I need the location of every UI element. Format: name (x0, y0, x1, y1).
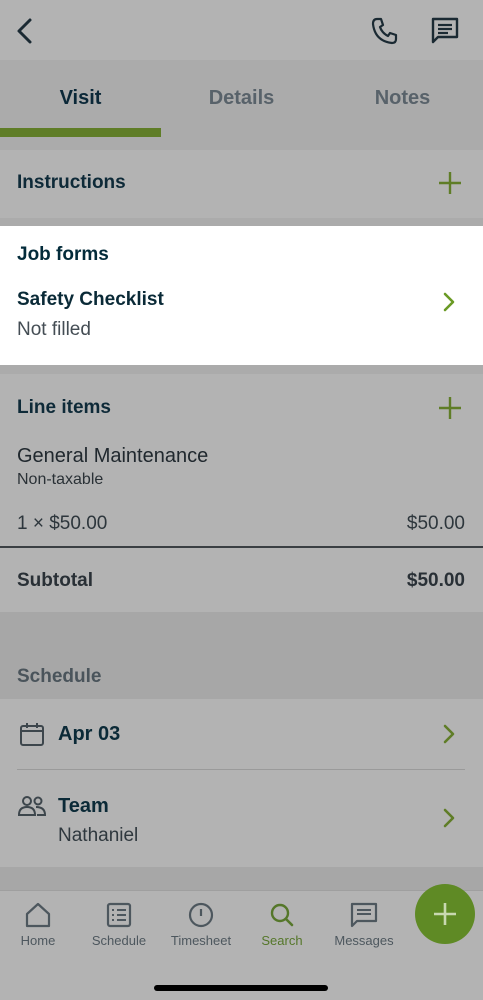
schedule-date: Apr 03 (58, 723, 121, 745)
add-fab-button[interactable] (415, 884, 475, 944)
divider (0, 546, 483, 548)
item-quantity-price: 1 × $50.00 (17, 513, 108, 534)
item-name: General Maintenance (17, 445, 209, 467)
subtotal-value: $50.00 (406, 570, 465, 591)
tab-notes[interactable]: Notes (322, 60, 483, 137)
job-forms-title: Job forms (17, 244, 109, 265)
subtotal-label: Subtotal (17, 570, 93, 591)
form-status: Not filled (17, 319, 91, 340)
active-tab-indicator (0, 128, 161, 137)
line-items-title: Line items (17, 397, 111, 418)
schedule-section: Apr 03 Team Nathaniel (0, 699, 483, 867)
nav-search[interactable]: Search (241, 901, 323, 948)
instructions-title: Instructions (17, 172, 126, 193)
chevron-left-icon[interactable] (12, 16, 40, 46)
tab-bar: Visit Details Notes (0, 60, 483, 137)
schedule-header: Schedule (0, 612, 483, 699)
message-icon (350, 902, 378, 928)
line-items-section: Line items General Maintenance Non-taxab… (0, 374, 483, 612)
bottom-navigation: Home Schedule Timesheet Search Messages (0, 890, 483, 1000)
schedule-label: Schedule (17, 666, 102, 687)
team-icon (18, 796, 46, 816)
home-indicator (154, 985, 328, 991)
top-bar (0, 0, 483, 60)
chevron-right-icon (443, 808, 455, 828)
list-icon (106, 902, 132, 928)
nav-schedule[interactable]: Schedule (78, 901, 160, 948)
form-name: Safety Checklist (17, 289, 164, 310)
tab-details[interactable]: Details (161, 60, 322, 137)
item-tax-status: Non-taxable (17, 471, 104, 488)
team-member: Nathaniel (58, 825, 139, 846)
item-total: $50.00 (406, 513, 465, 534)
nav-timesheet[interactable]: Timesheet (160, 901, 242, 948)
message-icon[interactable] (430, 16, 460, 46)
nav-label: Schedule (91, 933, 147, 948)
nav-label: Home (20, 933, 56, 948)
nav-home[interactable]: Home (0, 901, 79, 948)
calendar-icon (20, 723, 44, 746)
phone-icon[interactable] (370, 16, 400, 46)
team-label: Team (58, 795, 109, 817)
nav-label: Messages (334, 933, 394, 948)
nav-messages[interactable]: Messages (323, 901, 405, 948)
search-icon (270, 903, 294, 927)
divider (17, 769, 465, 770)
tab-label: Notes (374, 87, 431, 109)
plus-icon (434, 903, 456, 925)
plus-icon[interactable] (437, 170, 463, 196)
tab-visit[interactable]: Visit (0, 60, 161, 137)
job-forms-section: Job forms Safety Checklist Not filled (0, 226, 483, 365)
clock-icon (188, 902, 214, 928)
plus-icon[interactable] (437, 395, 463, 421)
section-gap (0, 867, 483, 890)
instructions-section: Instructions (0, 150, 483, 218)
nav-label: Search (261, 933, 303, 948)
tab-label: Details (208, 87, 275, 109)
chevron-right-icon (443, 724, 455, 744)
nav-label: Timesheet (170, 933, 232, 948)
chevron-right-icon (443, 292, 455, 312)
home-icon (25, 902, 51, 928)
tab-label: Visit (59, 87, 102, 109)
